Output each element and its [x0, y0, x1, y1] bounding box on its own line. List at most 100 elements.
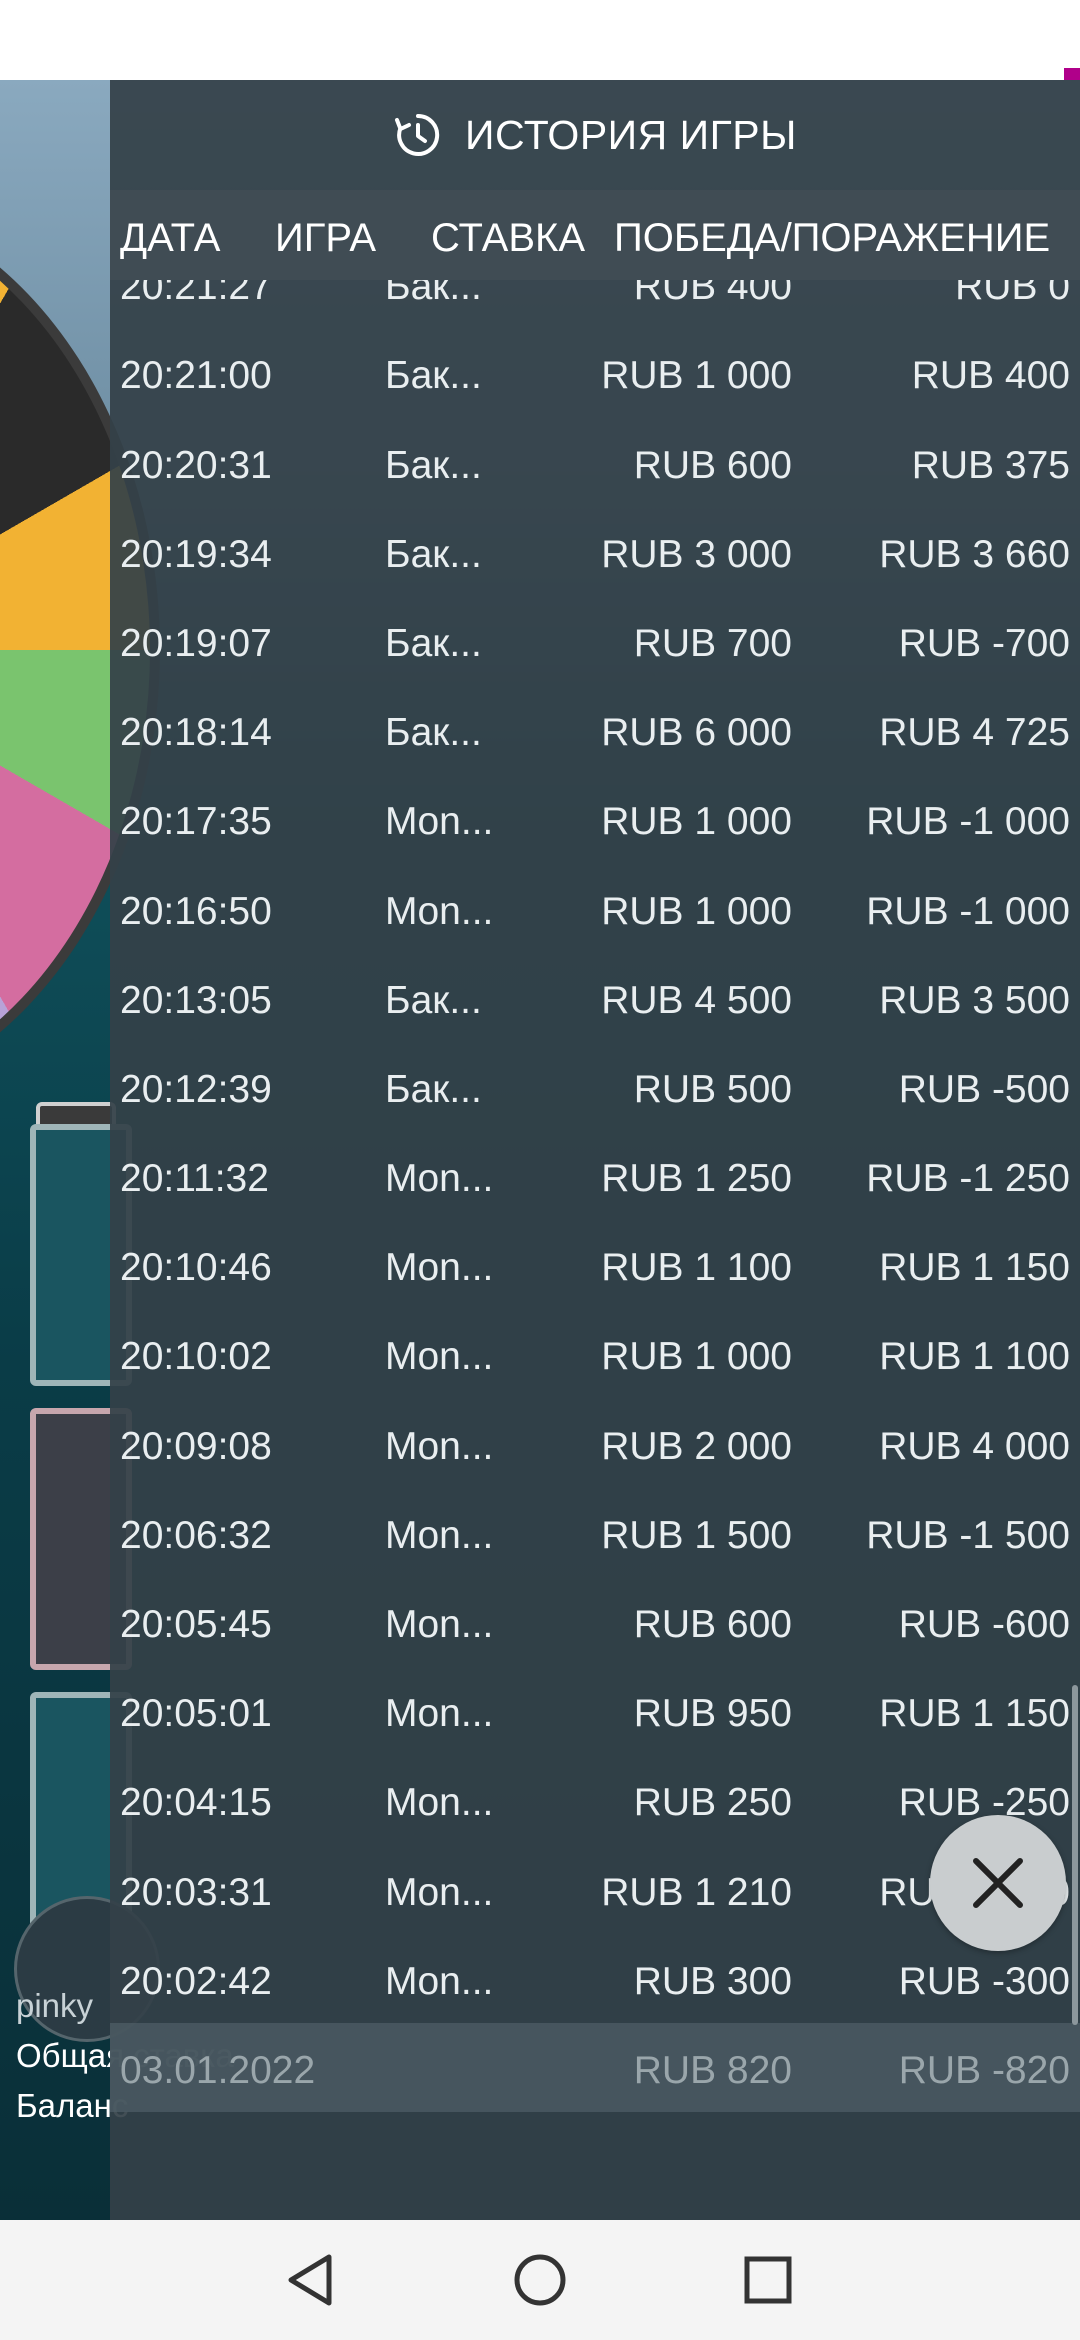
column-bet: СТАВКА [431, 216, 586, 260]
history-row-date: 20:21:27 [120, 280, 272, 309]
column-result: ПОБЕДА/ПОРАЖЕНИЕ [614, 216, 1051, 260]
history-row-result: RUB -1 000 [866, 800, 1070, 844]
history-row-game: Mon... [385, 889, 494, 933]
history-row-bet: RUB 400 [633, 280, 792, 309]
history-row-bet: RUB 6 000 [601, 711, 792, 755]
navigation-bar [0, 2220, 1080, 2340]
history-row-result: RUB -300 [898, 1959, 1070, 2003]
history-list[interactable]: 20:21:53Бак...RUB 900RUB -90020:21:27Бак… [110, 280, 1080, 2220]
history-row-bet: RUB 1 500 [601, 1513, 792, 1557]
history-row-result: RUB 400 [911, 354, 1070, 398]
history-row-result: RUB -1 000 [866, 889, 1070, 933]
history-row: 20:05:01 Mon... RUB 950 RUB 1 150 [110, 1666, 1080, 1755]
history-row-date: 20:06:32 [120, 1513, 272, 1557]
history-row-date: 20:02:42 [120, 1959, 272, 2003]
history-row-result: RUB 1 100 [879, 1335, 1070, 1379]
history-row-date: 20:17:35 [120, 800, 272, 844]
history-row-game: Бак... [385, 621, 482, 665]
history-row: 20:16:50 Mon... RUB 1 000 RUB -1 000 [110, 864, 1080, 953]
history-row-bet: RUB 1 000 [601, 800, 792, 844]
history-row-game: Бак... [385, 711, 482, 755]
history-row-bet: RUB 600 [633, 1603, 792, 1646]
status-bar [0, 0, 1080, 80]
history-date-row: 03.01.2022 RUB 820 RUB -820 [110, 2022, 1080, 2113]
history-row: 20:13:05 Бак... RUB 4 500 RUB 3 500 [110, 953, 1080, 1042]
history-row-result: RUB -700 [898, 621, 1070, 665]
panel-title: ИСТОРИЯ ИГРЫ [465, 111, 797, 158]
history-row-date: 20:13:05 [120, 978, 272, 1022]
history-row-date: 20:12:39 [120, 1067, 272, 1111]
history-row-game: Бак... [385, 280, 482, 309]
history-row-game: Бак... [385, 443, 482, 487]
history-row: 20:10:02 Mon... RUB 1 000 RUB 1 100 [110, 1309, 1080, 1398]
history-row: 20:21:00 Бак... RUB 1 000 RUB 400 [110, 328, 1080, 417]
history-row: 20:06:32 Mon... RUB 1 500 RUB -1 500 [110, 1488, 1080, 1577]
history-row-bet: RUB 500 [633, 1067, 792, 1111]
history-row-result: RUB 0 [955, 280, 1070, 309]
history-row-date: 20:10:02 [120, 1335, 272, 1379]
history-row: 20:09:08 Mon... RUB 2 000 RUB 4 000 [110, 1399, 1080, 1488]
history-row-date: 20:16:50 [120, 889, 272, 933]
history-row-date: 20:10:46 [120, 1246, 272, 1290]
recents-button[interactable] [738, 2250, 798, 2310]
history-row: 20:02:42 Mon... RUB 300 RUB -300 [110, 1934, 1080, 2023]
history-row-game: Бак... [385, 354, 482, 398]
home-button[interactable] [510, 2250, 570, 2310]
history-row-date: 20:11:32 [120, 1157, 269, 1201]
column-game: ИГРА [275, 216, 377, 260]
history-row-game: Mon... [385, 1335, 494, 1379]
username: pinky [16, 1987, 94, 2024]
scrollbar[interactable] [1072, 1685, 1078, 2025]
history-row: 20:19:34 Бак... RUB 3 000 RUB 3 660 [110, 507, 1080, 596]
back-icon [288, 2254, 332, 2306]
history-row-bet: RUB 250 [633, 1781, 792, 1825]
history-row-bet: RUB 1 210 [601, 1870, 792, 1914]
status-bar-edge [1064, 68, 1080, 80]
history-row-result: RUB 4 000 [879, 1424, 1070, 1468]
history-row-date: 20:20:31 [120, 443, 272, 487]
history-row-result: RUB 4 725 [879, 711, 1070, 755]
history-row-game: Mon... [385, 1513, 494, 1557]
history-row-result: RUB -500 [898, 1067, 1070, 1111]
history-row: 20:10:46 Mon... RUB 1 100 RUB 1 150 [110, 1220, 1080, 1309]
column-date: ДАТА [120, 216, 221, 260]
history-date-bet: RUB 820 [633, 2048, 792, 2092]
history-row-date: 20:05:45 [120, 1603, 272, 1646]
history-row-game: Mon... [385, 1781, 494, 1825]
history-row-result: RUB 1 150 [879, 1692, 1070, 1736]
history-row-game: Бак... [385, 978, 482, 1022]
history-row-game: Mon... [385, 1870, 494, 1914]
history-row-result: RUB 375 [911, 443, 1070, 487]
history-row-result: RUB 3 500 [879, 978, 1070, 1022]
history-row-bet: RUB 1 000 [601, 889, 792, 933]
history-row-game: Mon... [385, 1246, 494, 1290]
history-row-bet: RUB 3 000 [601, 532, 792, 576]
history-row-bet: RUB 2 000 [601, 1424, 792, 1468]
history-row-bet: RUB 1 100 [601, 1246, 792, 1290]
history-row: 20:05:45 Mon... RUB 600 RUB -600 [110, 1577, 1080, 1666]
history-row-bet: RUB 1 000 [601, 354, 792, 398]
history-row-bet: RUB 600 [633, 443, 792, 487]
history-row: 20:19:07 Бак... RUB 700 RUB -700 [110, 596, 1080, 685]
history-row-date: 20:04:15 [120, 1781, 272, 1825]
history-row: 20:11:32 Mon... RUB 1 250 RUB -1 250 [110, 1131, 1080, 1220]
history-row-game: Mon... [385, 1959, 494, 2003]
history-row-bet: RUB 1 000 [601, 1335, 792, 1379]
panel-header: ИСТОРИЯ ИГРЫ [110, 80, 1080, 190]
history-row-game: Mon... [385, 1692, 494, 1736]
close-button[interactable] [930, 1815, 1066, 1951]
history-row-bet: RUB 4 500 [601, 978, 792, 1022]
close-icon [973, 1858, 1023, 1908]
history-row-result: RUB 1 150 [879, 1246, 1070, 1290]
home-icon [514, 2254, 566, 2306]
history-row-bet: RUB 300 [633, 1959, 792, 2003]
history-row: 20:04:15 Mon... RUB 250 RUB -250 [110, 1755, 1080, 1844]
history-row: 20:12:39 Бак... RUB 500 RUB -500 [110, 1042, 1080, 1131]
history-row-game: Бак... [385, 1067, 482, 1111]
back-button[interactable] [280, 2250, 340, 2310]
history-row: 20:21:27 Бак... RUB 400 RUB 0 [110, 280, 1080, 328]
history-row-date: 20:19:07 [120, 621, 272, 665]
history-row: 20:20:31 Бак... RUB 600 RUB 375 [110, 418, 1080, 507]
history-row-bet: RUB 950 [633, 1692, 792, 1736]
history-list-content: 20:21:53Бак...RUB 900RUB -90020:21:27Бак… [110, 280, 1080, 2113]
